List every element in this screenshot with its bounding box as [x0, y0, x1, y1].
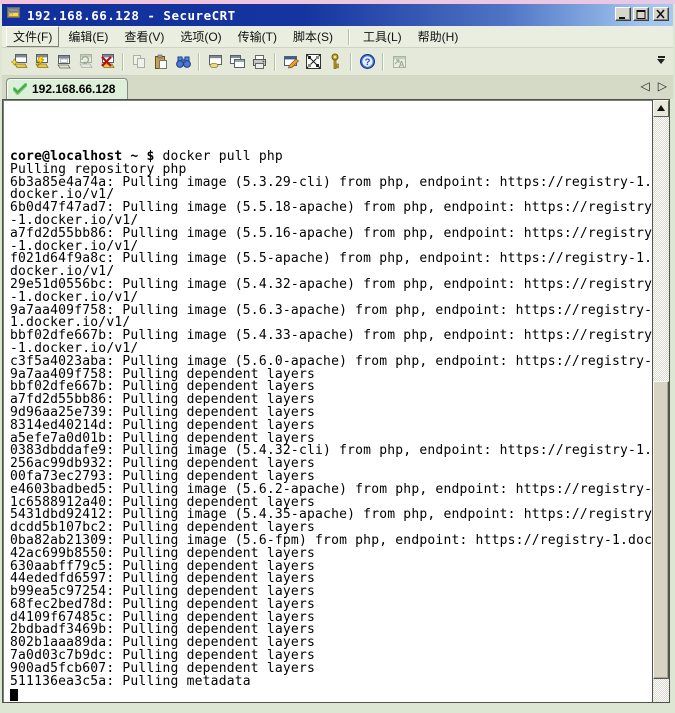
menu-bar: 文件(F) 编辑(E) 查看(V) 选项(O) 传输(T) 脚本(S) 工具(L… — [2, 26, 673, 48]
quick-connect-button[interactable] — [52, 51, 74, 73]
key-button[interactable] — [324, 51, 346, 73]
print-button[interactable] — [248, 51, 270, 73]
reconnect-icon — [77, 53, 94, 70]
paste-button[interactable] — [150, 51, 172, 73]
toolbar-divider — [122, 53, 124, 71]
title-bar[interactable]: 192.168.66.128 - SecureCRT — [2, 4, 673, 26]
find-button[interactable] — [172, 51, 194, 73]
vertical-scrollbar[interactable] — [652, 100, 669, 702]
tab-scroll-left-icon[interactable]: ◁ — [641, 79, 650, 93]
find-icon — [175, 54, 192, 70]
key-icon — [329, 53, 341, 70]
close-button[interactable] — [653, 7, 669, 21]
tab-bar: 192.168.66.128 ◁ ▷ — [2, 76, 673, 99]
window-a-button[interactable]: A — [388, 51, 410, 73]
properties-icon — [283, 54, 300, 70]
terminal-cursor — [10, 689, 18, 701]
session-tab-button[interactable] — [204, 51, 226, 73]
window-controls — [613, 7, 669, 21]
maximize-button[interactable] — [633, 7, 649, 21]
menu-item-edit[interactable]: 编辑(E) — [61, 26, 115, 47]
connected-check-icon — [13, 83, 27, 95]
clone-session-icon — [229, 53, 246, 70]
disconnect-button[interactable] — [96, 51, 118, 73]
menu-item-help[interactable]: 帮助(H) — [411, 26, 466, 47]
tab-scrollers: ◁ ▷ — [641, 79, 667, 93]
svg-text:A: A — [398, 60, 404, 69]
window-a-icon: A — [391, 54, 408, 70]
help-button[interactable]: ? — [356, 51, 378, 73]
copy-icon — [131, 54, 147, 70]
menu-item-script[interactable]: 脚本(S) — [286, 26, 340, 47]
cursor-line — [10, 688, 652, 701]
connect-button[interactable] — [30, 51, 52, 73]
toolbar-divider — [274, 53, 276, 71]
app-icon — [6, 5, 22, 26]
menu-item-options[interactable]: 选项(O) — [173, 26, 228, 47]
toolbar-divider — [198, 53, 200, 71]
tab-scroll-right-icon[interactable]: ▷ — [658, 79, 667, 93]
menu-divider — [348, 29, 350, 45]
new-session-button[interactable] — [8, 51, 30, 73]
toolbar-overflow-chevron[interactable] — [655, 56, 667, 68]
disconnect-icon — [99, 53, 116, 70]
reconnect-button[interactable] — [74, 51, 96, 73]
clone-session-button[interactable] — [226, 51, 248, 73]
new-session-icon — [11, 53, 28, 70]
toolbar-divider — [382, 53, 384, 71]
menu-item-view[interactable]: 查看(V) — [117, 26, 171, 47]
paste-icon — [153, 54, 169, 70]
terminal-screen[interactable]: core@localhost ~ $ docker pull php Pulli… — [4, 101, 652, 701]
connect-icon — [33, 53, 50, 70]
session-tab-active[interactable]: 192.168.66.128 — [6, 78, 128, 99]
menu-item-transfer[interactable]: 传输(T) — [231, 26, 284, 47]
svg-text:?: ? — [364, 57, 370, 68]
securecrt-window: 192.168.66.128 - SecureCRT 文件(F) 编辑(E) 查… — [0, 0, 675, 713]
scrollbar-thumb[interactable] — [653, 381, 669, 679]
tab-label: 192.168.66.128 — [32, 82, 115, 96]
session-tab-icon — [207, 53, 224, 70]
help-icon: ? — [359, 53, 376, 70]
terminal-line: 511136ea3c5a: Pulling metadata — [10, 676, 652, 689]
window-title: 192.168.66.128 - SecureCRT — [27, 8, 236, 23]
session-options-button[interactable] — [302, 51, 324, 73]
session-options-icon — [305, 53, 322, 70]
print-icon — [251, 54, 268, 70]
copy-button[interactable] — [128, 51, 150, 73]
properties-button[interactable] — [280, 51, 302, 73]
minimize-button[interactable] — [615, 7, 631, 21]
menu-item-file[interactable]: 文件(F) — [6, 26, 59, 47]
toolbar-divider — [350, 53, 352, 71]
terminal-output: Pulling repository php6b3a85e4a74a: Pull… — [10, 164, 652, 689]
terminal-panel: core@localhost ~ $ docker pull php Pulli… — [2, 99, 670, 703]
scrollbar-up-button[interactable] — [653, 100, 669, 117]
quick-connect-icon — [55, 53, 72, 70]
up-arrow-icon — [657, 101, 665, 111]
toolbar: ? A — [2, 48, 673, 76]
menu-item-tools[interactable]: 工具(L) — [356, 26, 409, 47]
